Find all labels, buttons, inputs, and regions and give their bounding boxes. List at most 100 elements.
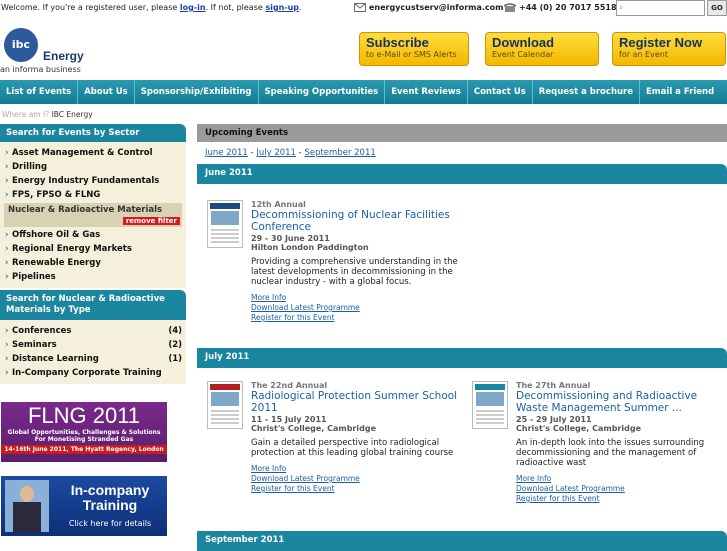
type-item-in-company[interactable]: In-Company Corporate Training xyxy=(4,366,182,380)
breadcrumb: Where am I? IBC Energy xyxy=(2,110,93,119)
logo-brand: Energy xyxy=(43,49,84,63)
type-count: (2) xyxy=(168,340,182,350)
event-title-link[interactable]: Decommissioning of Nuclear Facilities Co… xyxy=(251,209,461,233)
search-input[interactable] xyxy=(627,2,703,14)
remove-filter-button[interactable]: remove filter xyxy=(122,217,180,225)
nav-request-brochure[interactable]: Request a brochure xyxy=(533,80,640,104)
login-link[interactable]: log-in xyxy=(180,3,206,12)
event-venue: Christ's College, Cambridge xyxy=(516,424,641,433)
event-card: The 27th Annual Decommissioning and Radi… xyxy=(472,381,727,511)
nav-sponsorship[interactable]: Sponsorship/Exhibiting xyxy=(135,80,259,104)
main-nav: List of Events About Us Sponsorship/Exhi… xyxy=(0,80,727,104)
flng-banner[interactable]: FLNG 2011 Global Opportunities, Challeng… xyxy=(1,402,167,462)
email-text: energycustserv@informa.com xyxy=(369,3,504,12)
sector-item[interactable]: Offshore Oil & Gas xyxy=(4,228,182,242)
signup-link[interactable]: sign-up xyxy=(265,3,299,12)
breadcrumb-current: IBC Energy xyxy=(51,110,93,119)
event-card: The 22nd Annual Radiological Protection … xyxy=(207,381,467,511)
type-item-seminars[interactable]: Seminars (2) xyxy=(4,338,182,352)
download-title: Download xyxy=(492,35,555,50)
type-label: In-Company Corporate Training xyxy=(12,368,162,378)
sector-item-selected: Nuclear & Radioactive Materials remove f… xyxy=(4,203,182,227)
breadcrumb-prefix: Where am I? xyxy=(2,110,50,119)
register-event-link[interactable]: Register for this Event xyxy=(251,484,461,494)
type-heading: Search for Nuclear & Radioactive Materia… xyxy=(0,290,186,320)
register-now-title: Register Now xyxy=(619,35,703,50)
sidebar: Search for Events by Sector Asset Manage… xyxy=(0,124,186,384)
event-card: 12th Annual Decommissioning of Nuclear F… xyxy=(207,200,467,330)
go-button[interactable]: GO xyxy=(707,0,727,16)
month-sep: - xyxy=(250,148,254,158)
subscribe-button[interactable]: Subscribe to e-Mail or SMS Alerts xyxy=(359,32,469,66)
nav-speaking[interactable]: Speaking Opportunities xyxy=(259,80,386,104)
register-event-link[interactable]: Register for this Event xyxy=(251,313,461,323)
download-button[interactable]: Download Event Calendar xyxy=(485,32,599,66)
event-annual: 12th Annual xyxy=(251,200,306,209)
more-info-link[interactable]: More Info xyxy=(516,474,726,484)
selected-sector-label: Nuclear & Radioactive Materials xyxy=(8,205,163,215)
type-label: Conferences xyxy=(12,326,72,336)
brochure-thumbnail[interactable] xyxy=(207,200,243,248)
logo[interactable]: ibc Energy an informa business xyxy=(0,24,90,78)
sector-item[interactable]: Asset Management & Control xyxy=(4,146,182,160)
nav-contact-us[interactable]: Contact Us xyxy=(468,80,533,104)
flng-title: FLNG 2011 xyxy=(27,403,141,428)
sector-item[interactable]: Drilling xyxy=(4,160,182,174)
month-link-september[interactable]: September 2011 xyxy=(304,148,375,158)
register-event-link[interactable]: Register for this Event xyxy=(516,494,726,504)
sector-item[interactable]: Energy Industry Fundamentals xyxy=(4,174,182,188)
in-company-line1: In-company xyxy=(70,482,150,498)
month-links: June 2011 - July 2011 - September 2011 xyxy=(197,142,727,164)
event-annual: The 22nd Annual xyxy=(251,381,328,390)
download-programme-link[interactable]: Download Latest Programme xyxy=(251,303,461,313)
month-header-september: September 2011 xyxy=(197,531,727,551)
sector-item[interactable]: Pipelines xyxy=(4,270,182,284)
event-description: Providing a comprehensive understanding … xyxy=(251,257,458,287)
type-item-conferences[interactable]: Conferences (4) xyxy=(4,324,182,338)
type-count: (1) xyxy=(168,354,182,364)
brochure-thumbnail[interactable] xyxy=(472,381,508,429)
sector-list: Asset Management & Control Drilling Ener… xyxy=(0,142,186,288)
download-sub: Event Calendar xyxy=(492,50,554,59)
event-description: Gain a detailed perspective into radiolo… xyxy=(251,438,454,458)
nav-about-us[interactable]: About Us xyxy=(78,80,135,104)
register-now-sub: for an Event xyxy=(619,50,668,59)
month-link-july[interactable]: July 2011 xyxy=(256,148,296,158)
more-info-link[interactable]: More Info xyxy=(251,464,461,474)
welcome-text-3: . xyxy=(299,3,302,12)
subscribe-title: Subscribe xyxy=(366,35,429,50)
sector-item[interactable]: Renewable Energy xyxy=(4,256,182,270)
type-item-distance-learning[interactable]: Distance Learning (1) xyxy=(4,352,182,366)
event-date: 11 - 15 July 2011 xyxy=(251,415,327,424)
nav-list-of-events[interactable]: List of Events xyxy=(0,80,79,104)
search-icon: ⌕ xyxy=(619,3,624,12)
welcome-message: Welcome. If you're a registered user, pl… xyxy=(1,3,302,12)
event-title-link[interactable]: Decommissioning and Radioactive Waste Ma… xyxy=(516,390,726,414)
event-venue: Christ's College, Cambridge xyxy=(251,424,376,433)
search-box[interactable]: ⌕ xyxy=(616,0,705,16)
phone-contact: +44 (0) 20 7017 5518 xyxy=(504,3,617,12)
flng-sub2: For Monetising Stranded Gas xyxy=(34,436,134,443)
brochure-thumbnail[interactable] xyxy=(207,381,243,429)
person-photo xyxy=(5,480,49,532)
more-info-link[interactable]: More Info xyxy=(251,293,461,303)
event-title-link[interactable]: Radiological Protection Summer School 20… xyxy=(251,390,461,414)
nav-event-reviews[interactable]: Event Reviews xyxy=(385,80,468,104)
register-now-button[interactable]: Register Now for an Event xyxy=(612,32,726,66)
event-date: 25 - 29 July 2011 xyxy=(516,415,592,424)
download-programme-link[interactable]: Download Latest Programme xyxy=(516,484,726,494)
event-venue: Hilton London Paddington xyxy=(251,243,369,252)
phone-text: +44 (0) 20 7017 5518 xyxy=(519,3,617,12)
email-contact[interactable]: energycustserv@informa.com xyxy=(354,3,504,12)
phone-icon xyxy=(504,3,516,12)
in-company-banner[interactable]: In-company Training Click here for detai… xyxy=(1,476,167,536)
nav-email-friend[interactable]: Email a Friend xyxy=(640,80,720,104)
sector-item[interactable]: Regional Energy Markets xyxy=(4,242,182,256)
sector-item[interactable]: FPS, FPSO & FLNG xyxy=(4,188,182,202)
download-programme-link[interactable]: Download Latest Programme xyxy=(251,474,461,484)
event-date: 29 - 30 June 2011 xyxy=(251,234,330,243)
month-link-june[interactable]: June 2011 xyxy=(205,148,248,158)
in-company-cta: Click here for details xyxy=(68,519,152,528)
logo-tagline: an informa business xyxy=(0,65,81,74)
event-description: An in-depth look into the issues surroun… xyxy=(516,438,705,468)
